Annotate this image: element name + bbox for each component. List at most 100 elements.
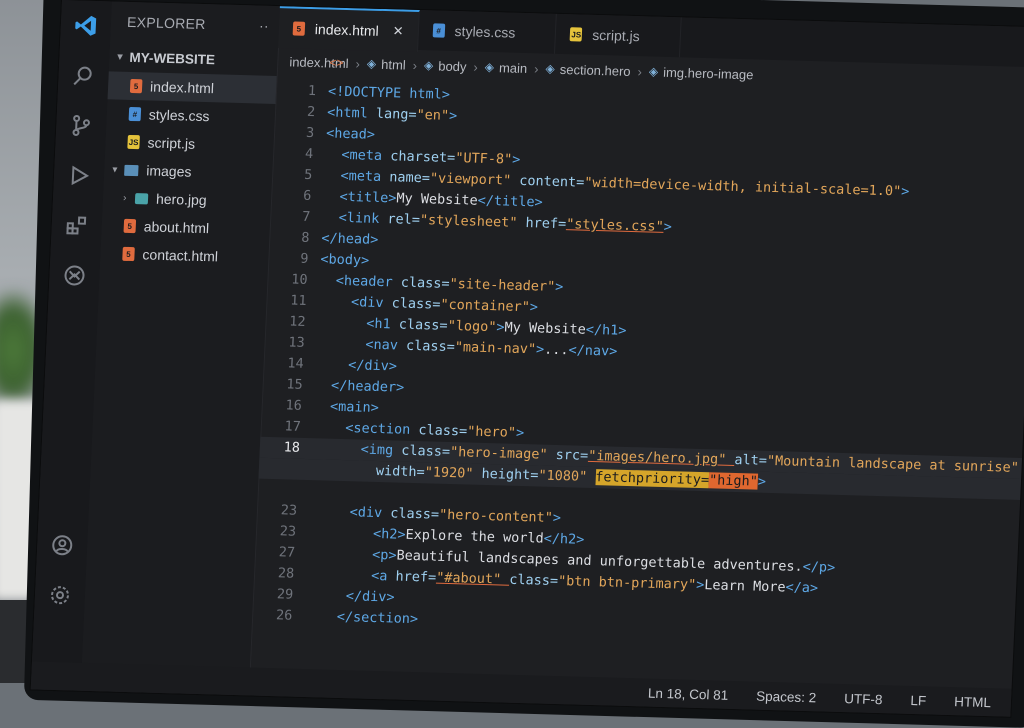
code-token: </section> [336,609,418,627]
code-token: > [552,510,561,526]
code-token: Explore the world [405,527,544,547]
line-number: 3 [274,122,315,144]
code-token [317,314,366,331]
breadcrumb-item[interactable]: ◈ html [367,56,406,72]
chevron-right-icon: › [637,64,642,79]
code-token [322,209,339,225]
line-number: 6 [271,185,312,207]
code-token [316,335,365,352]
code-token: <!DOCTYPE html> [328,83,451,102]
encoding-status[interactable]: UTF-8 [844,691,883,707]
code-token: <nav [365,337,406,354]
file-label: about.html [143,218,209,236]
tab-styles-css[interactable]: # styles.css [418,10,557,54]
run-debug-icon[interactable] [53,150,105,201]
code-token: "viewport" [430,170,520,188]
editor-window: EXPLORER ·· ▾ MY-WEBSITE 5 index.html # … [31,0,1024,717]
chevron-down-icon: ▾ [112,164,124,175]
code-token: "1080" [538,467,596,485]
code-token [323,188,340,204]
code-token [311,461,377,479]
code-token: </header> [331,378,405,396]
code-text: <main> [313,396,379,419]
line-number: 9 [268,248,309,270]
breadcrumb-item[interactable]: <>index.html [289,54,349,71]
code-token: class= [400,275,449,292]
code-token: class= [401,443,450,460]
workspace-folder[interactable]: ▾ MY-WEBSITE [109,41,278,76]
code-token: "stylesheet" [420,212,526,231]
breadcrumb-label: img.hero-image [663,64,754,82]
code-token: <main> [330,399,379,416]
code-token: > [901,184,910,200]
remote-icon[interactable] [48,250,100,301]
image-file-icon [135,193,148,204]
code-token: "en" [416,107,449,124]
breadcrumb-label: html [381,56,406,72]
line-number: 23 [257,500,298,522]
code-token [304,608,337,625]
line-number: 27 [255,542,296,564]
tab-script-js[interactable]: JS script.js [555,14,681,57]
code-token [315,356,348,373]
tab-label: index.html [315,21,380,39]
indentation-status[interactable]: Spaces: 2 [756,688,817,705]
code-token: charset= [390,148,456,166]
code-token [309,503,350,520]
code-text: </div> [315,354,397,377]
breadcrumb-item[interactable]: ◈main [485,59,528,75]
file-label: script.js [147,134,195,151]
tab-index-html[interactable]: 5 index.html ✕ [278,6,420,52]
breadcrumb-item[interactable]: ◈body [424,58,467,74]
code-token: </div> [348,357,397,374]
js-file-icon: JS [570,27,583,41]
tab-label: script.js [592,27,640,44]
account-icon[interactable] [36,520,88,571]
file-label: contact.html [142,246,218,264]
source-control-icon[interactable] [55,100,107,151]
file-item-contact-html[interactable]: 5 contact.html [100,239,269,272]
search-icon[interactable] [57,50,109,101]
line-number: 29 [253,584,294,606]
breadcrumb-label: section.hero [559,61,630,78]
explorer-more-button[interactable]: ·· [259,18,270,34]
line-number: 12 [265,311,306,333]
language-mode[interactable]: HTML [954,694,991,710]
cursor-position[interactable]: Ln 18, Col 81 [648,685,729,702]
code-token: ... [544,342,569,359]
code-token: class= [509,572,558,589]
code-token: <body> [320,251,369,268]
extensions-icon[interactable] [51,200,103,251]
code-editor[interactable]: 1<!DOCTYPE html>2<html lang="en">3<head>… [250,80,1024,689]
breadcrumb-item[interactable]: ◈section.hero [545,61,631,78]
code-token: "container" [440,297,530,315]
code-token: href= [395,569,436,586]
element-icon: ◈ [367,57,377,71]
code-token: </title> [477,193,543,211]
code-token: <h2> [373,526,406,543]
breadcrumb-item[interactable]: ◈img.hero-image [649,64,754,82]
settings-gear-icon[interactable] [34,569,86,620]
code-token: src= [555,447,588,464]
code-token: "high" [709,472,758,489]
code-token: <head> [326,125,375,142]
line-number: 28 [254,563,295,585]
html-file-icon: 5 [122,247,135,261]
code-token: class= [391,295,440,312]
line-number: 14 [263,353,304,375]
code-token: </head> [321,230,379,248]
code-token: class= [390,505,439,522]
eol-status[interactable]: LF [910,692,926,707]
code-token: fetchpriority= [595,469,709,488]
code-token [325,146,342,162]
code-token: > [516,425,525,441]
code-token: class= [399,317,448,334]
folder-label: images [146,162,192,179]
css-file-icon: # [432,23,445,37]
line-number: 11 [266,290,307,312]
element-icon: ◈ [424,58,434,72]
explorer-header: EXPLORER ·· [110,1,280,46]
code-token [313,398,330,414]
close-icon[interactable]: ✕ [392,23,404,39]
code-token: "main-nav" [454,339,536,357]
